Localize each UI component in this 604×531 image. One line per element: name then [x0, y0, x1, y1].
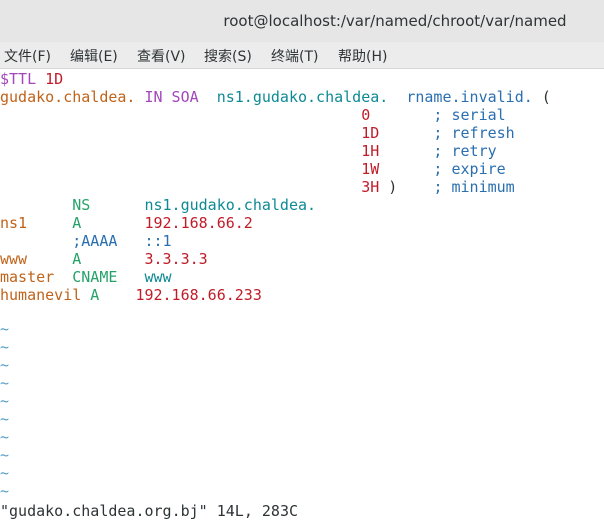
menu-terminal[interactable]: 终端(T): [271, 46, 318, 66]
window-title: root@localhost:/var/named/chroot/var/nam…: [223, 12, 567, 30]
menu-edit[interactable]: 编辑(E): [70, 46, 118, 66]
code-token: 192.168.66.233: [135, 286, 262, 304]
empty-line-marker: ~: [0, 320, 10, 338]
code-token: www: [144, 268, 172, 286]
code-token: ns1.gudako.chaldea.: [216, 88, 389, 106]
empty-line-marker: ~: [0, 392, 10, 410]
code-token: gudako.chaldea.: [0, 88, 136, 106]
code-token: retry: [442, 142, 497, 160]
code-token: 3.3.3.3: [144, 250, 208, 268]
menu-file[interactable]: 文件(F): [4, 46, 51, 66]
menu-search[interactable]: 搜索(S): [204, 46, 252, 66]
empty-line-marker: ~: [0, 446, 10, 464]
code-token: ;: [379, 160, 443, 178]
code-token: 1W: [0, 160, 380, 178]
empty-line-marker: ~: [0, 374, 10, 392]
empty-line-marker: ~: [0, 338, 10, 356]
code-token: ns1.gudako.chaldea.: [144, 196, 317, 214]
menu-view[interactable]: 查看(V): [137, 46, 186, 66]
code-token: minimum: [442, 178, 515, 196]
title-bar: root@localhost:/var/named/chroot/var/nam…: [0, 0, 604, 42]
empty-line-marker: ~: [0, 482, 10, 500]
code-token: CNAME: [72, 268, 145, 286]
empty-line-marker: ~: [0, 464, 10, 482]
code-token: (: [532, 88, 551, 106]
code-token: rname.invalid.: [388, 88, 533, 106]
code-token: $TTL: [0, 70, 46, 88]
code-token: expire: [442, 160, 506, 178]
code-token: refresh: [442, 124, 515, 142]
code-token: ;: [379, 124, 443, 142]
code-token: www: [0, 250, 73, 268]
code-token: 192.168.66.2: [144, 214, 253, 232]
code-token: ;AAAA ::1: [0, 232, 172, 250]
code-token: A: [72, 214, 145, 232]
code-token: ns1: [0, 214, 73, 232]
code-token: 1H: [0, 142, 380, 160]
empty-line-marker: ~: [0, 410, 10, 428]
code-token: 3H: [0, 178, 380, 196]
empty-line-marker: ~: [0, 428, 10, 446]
code-token: IN SOA: [135, 88, 217, 106]
code-token: serial: [442, 106, 506, 124]
empty-line-marker: ~: [0, 356, 10, 374]
code-token: 0: [0, 106, 371, 124]
code-token: ;: [433, 178, 443, 196]
code-token: humanevil: [0, 286, 91, 304]
code-token: 1D: [0, 124, 380, 142]
code-token: A: [90, 286, 136, 304]
menu-help[interactable]: 帮助(H): [338, 46, 387, 66]
code-token: ): [379, 178, 434, 196]
code-token: NS: [0, 196, 145, 214]
code-token: A: [72, 250, 145, 268]
code-token: ;: [379, 142, 443, 160]
vim-status-line: "gudako.chaldea.org.bj" 14L, 283C: [0, 502, 299, 520]
code-token: 1D: [45, 70, 64, 88]
code-token: ;: [370, 106, 443, 124]
menu-bar: 文件(F) 编辑(E) 查看(V) 搜索(S) 终端(T) 帮助(H): [0, 42, 604, 69]
vim-editor[interactable]: $TTL 1D gudako.chaldea. IN SOA ns1.gudako…: [0, 69, 604, 500]
code-token: master: [0, 268, 73, 286]
